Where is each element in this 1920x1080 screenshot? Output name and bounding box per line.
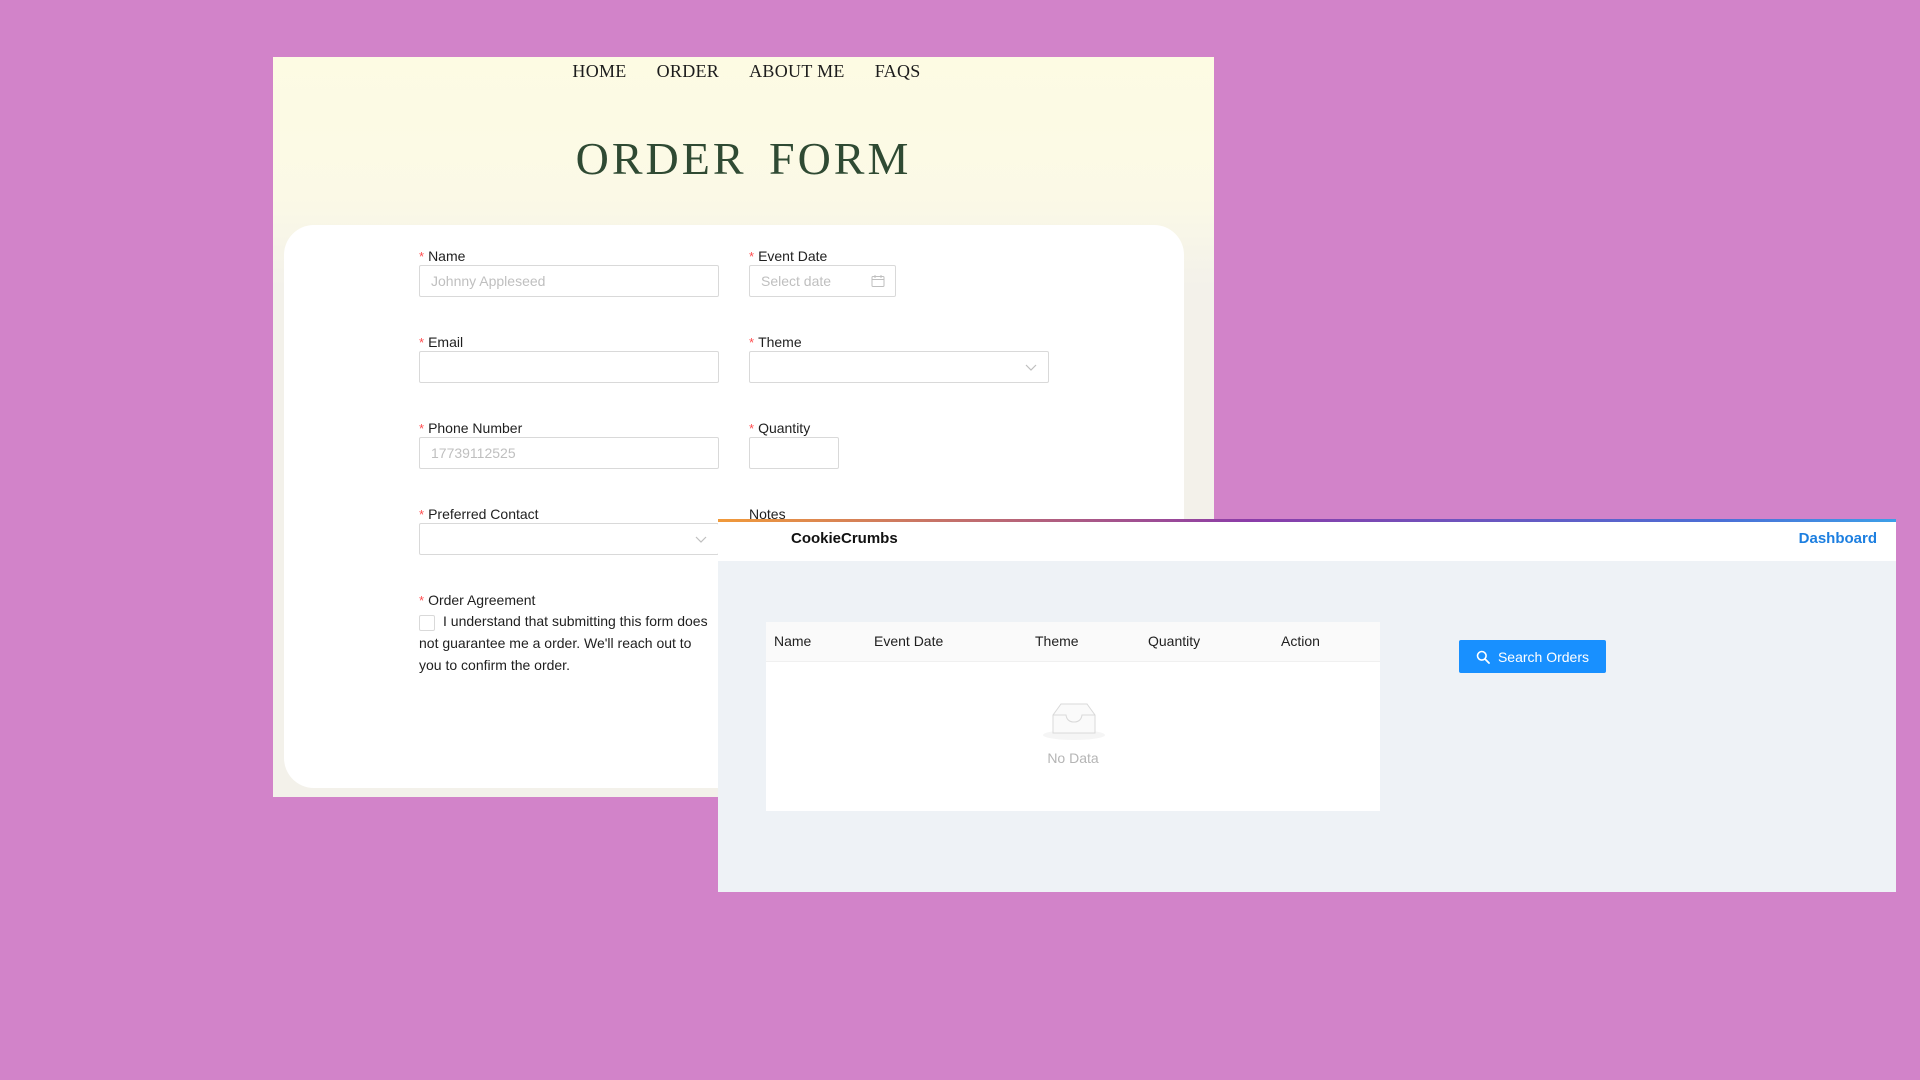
email-label: * Email	[419, 332, 719, 352]
event-date-label-text: Event Date	[758, 248, 828, 264]
empty-state-text: No Data	[1047, 750, 1099, 766]
nav-order-link[interactable]: ORDER	[657, 57, 720, 87]
table-header: Name Event Date Theme Quantity Action	[766, 622, 1380, 662]
dashboard-link[interactable]: Dashboard	[1799, 530, 1877, 547]
theme-select[interactable]	[749, 351, 1049, 383]
name-label-text: Name	[428, 248, 466, 264]
required-marker: *	[749, 421, 755, 436]
email-input[interactable]	[419, 351, 719, 383]
search-orders-button[interactable]: Search Orders	[1459, 640, 1606, 673]
required-marker: *	[419, 249, 425, 264]
quantity-label-text: Quantity	[758, 420, 811, 436]
phone-field: * Phone Number	[419, 418, 719, 478]
preferred-contact-label: * Preferred Contact	[419, 504, 719, 524]
required-marker: *	[419, 593, 425, 608]
order-agreement-label-text: Order Agreement	[428, 592, 536, 608]
name-field: * Name	[419, 246, 719, 306]
preferred-contact-label-text: Preferred Contact	[428, 506, 539, 522]
search-icon	[1476, 650, 1490, 664]
event-date-label: * Event Date	[749, 246, 896, 266]
name-input[interactable]	[419, 265, 719, 297]
page-title: ORDER FORM	[575, 133, 912, 184]
event-date-field: * Event Date Select date	[749, 246, 896, 306]
order-agreement-field: * Order Agreement I understand that submi…	[419, 590, 719, 700]
required-marker: *	[749, 335, 755, 350]
name-label: * Name	[419, 246, 719, 266]
chevron-down-icon	[695, 536, 707, 543]
preferred-contact-field: * Preferred Contact	[419, 504, 719, 564]
preferred-contact-select[interactable]	[419, 523, 719, 555]
quantity-input[interactable]	[749, 437, 839, 469]
brand-name: CookieCrumbs	[791, 530, 898, 547]
column-header-action[interactable]: Action	[1281, 633, 1320, 649]
agreement-text: I understand that submitting this form d…	[419, 613, 708, 673]
required-marker: *	[419, 421, 425, 436]
nav-faqs-link[interactable]: FAQS	[875, 57, 921, 87]
calendar-icon	[871, 275, 885, 287]
site-nav: HOME ORDER ABOUT ME FAQS	[273, 57, 1214, 87]
agreement-checkbox-row: I understand that submitting this form d…	[419, 610, 719, 690]
event-date-picker[interactable]: Select date	[749, 265, 896, 297]
dashboard-topbar: CookieCrumbs Dashboard	[718, 519, 1896, 561]
email-label-text: Email	[428, 334, 464, 350]
column-header-name[interactable]: Name	[774, 633, 811, 649]
event-date-placeholder: Select date	[761, 273, 832, 289]
search-orders-label: Search Orders	[1497, 648, 1590, 665]
theme-label: * Theme	[749, 332, 1049, 352]
column-header-event-date[interactable]: Event Date	[874, 633, 943, 649]
dashboard-window: CookieCrumbs Dashboard Name Event Date T…	[718, 519, 1896, 892]
column-header-theme[interactable]: Theme	[1035, 633, 1079, 649]
nav-about-link[interactable]: ABOUT ME	[749, 57, 845, 87]
phone-label: * Phone Number	[419, 418, 719, 438]
email-field: * Email	[419, 332, 719, 392]
phone-label-text: Phone Number	[428, 420, 523, 436]
quantity-label: * Quantity	[749, 418, 839, 438]
empty-inbox-icon	[1043, 703, 1105, 740]
order-agreement-label: * Order Agreement	[419, 590, 719, 610]
required-marker: *	[749, 249, 755, 264]
chevron-down-icon	[1025, 364, 1037, 371]
orders-table: Name Event Date Theme Quantity Action No…	[766, 622, 1380, 811]
required-marker: *	[419, 335, 425, 350]
phone-input[interactable]	[419, 437, 719, 469]
column-header-quantity[interactable]: Quantity	[1148, 633, 1200, 649]
theme-label-text: Theme	[758, 334, 802, 350]
quantity-field: * Quantity	[749, 418, 839, 478]
required-marker: *	[419, 507, 425, 522]
nav-home-link[interactable]: HOME	[572, 57, 626, 87]
theme-field: * Theme	[749, 332, 1049, 392]
